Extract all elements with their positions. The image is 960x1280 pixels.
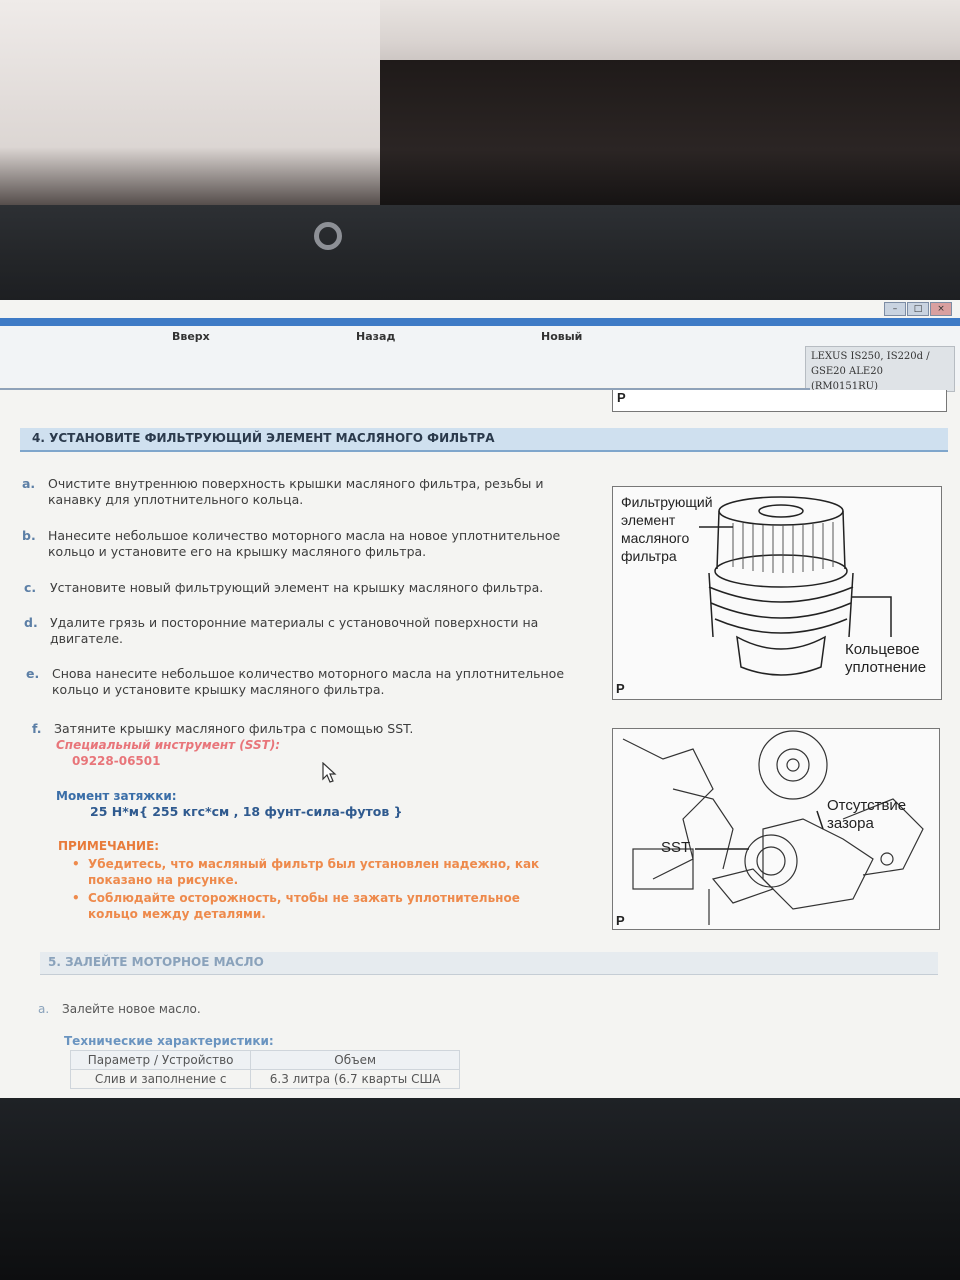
- figure-sst-installation: Отсутствие зазора SST P: [612, 728, 940, 930]
- section-4-header: 4. УСТАНОВИТЕ ФИЛЬТРУЮЩИЙ ЭЛЕМЕНТ МАСЛЯН…: [20, 428, 948, 452]
- note-text: Убедитесь, что масляный фильтр был устан…: [88, 857, 540, 871]
- step-text: канавку для уплотнительного кольца.: [48, 492, 304, 507]
- specs-label: Технические характеристики:: [64, 1034, 274, 1048]
- window-controls: – □ ×: [880, 300, 960, 318]
- torque-value: 25 Н*м{ 255 кгс*см , 18 фунт-сила-футов …: [90, 804, 403, 819]
- figure-p-label: P: [616, 681, 625, 696]
- step-text: Залейте новое масло.: [62, 1002, 201, 1016]
- title-bar: [0, 318, 960, 326]
- table-cell: Слив и заполнение с: [69, 1069, 252, 1089]
- maximize-icon[interactable]: □: [907, 302, 929, 316]
- close-icon[interactable]: ×: [930, 302, 952, 316]
- table-row: Слив и заполнение с 6.3 литра (6.7 кварт…: [69, 1069, 460, 1089]
- new-button[interactable]: Новый: [541, 330, 582, 343]
- room-wall: [0, 0, 380, 210]
- model-info-box: LEXUS IS250, IS220d / GSE20 ALE20 (RM015…: [805, 346, 955, 392]
- screen: – □ × Вверх Назад Новый LEXUS IS250, IS2…: [0, 300, 960, 1098]
- step-text: двигателе.: [50, 631, 123, 646]
- laptop-top-bezel: [0, 205, 960, 300]
- minimize-icon[interactable]: –: [884, 302, 906, 316]
- sst-code-link[interactable]: 09228-06501: [72, 754, 160, 768]
- label-o-ring: Кольцевое уплотнение: [845, 641, 927, 676]
- step-letter: f.: [32, 721, 42, 736]
- note-text: показано на рисунке.: [88, 873, 239, 887]
- step-text: Установите новый фильтрующий элемент на …: [50, 580, 544, 595]
- model-code: GSE20 ALE20: [811, 366, 883, 377]
- step-letter: b.: [22, 528, 36, 543]
- step-text: Нанесите небольшое количество моторного …: [48, 528, 561, 543]
- sst-label: Специальный инструмент (SST):: [56, 738, 281, 752]
- table-header-row: Параметр / Устройство Объем: [69, 1050, 460, 1070]
- up-button[interactable]: Вверх: [172, 330, 210, 343]
- step-text: кольцо и установите его на крышку маслян…: [48, 544, 427, 559]
- label-no-gap: Отсутствие зазора: [827, 797, 907, 832]
- laptop-bottom-bezel: [0, 1098, 960, 1280]
- step-letter: a.: [38, 1002, 50, 1016]
- model-line: LEXUS IS250, IS220d /: [811, 351, 930, 362]
- section-4-title: 4. УСТАНОВИТЕ ФИЛЬТРУЮЩИЙ ЭЛЕМЕНТ МАСЛЯН…: [32, 431, 495, 445]
- step-text: Снова нанесите небольшое количество мото…: [52, 666, 565, 681]
- table-header-cell: Объем: [250, 1050, 460, 1070]
- figure-p-label: P: [616, 913, 625, 928]
- spec-table: Параметр / Устройство Объем Слив и запол…: [69, 1050, 460, 1089]
- label-filter-element: Фильтрующий элемент масляного фильтра: [621, 494, 713, 564]
- step-text: Очистите внутреннюю поверхность крышки м…: [48, 476, 544, 491]
- torque-label: Момент затяжки:: [56, 789, 177, 803]
- note-label: ПРИМЕЧАНИЕ:: [58, 839, 160, 853]
- previous-figure: P: [612, 390, 947, 412]
- table-cell: 6.3 литра (6.7 кварты США: [250, 1069, 460, 1089]
- step-text: Удалите грязь и посторонние материалы с …: [50, 615, 539, 630]
- back-button[interactable]: Назад: [356, 330, 395, 343]
- figure-filter-element: Фильтрующий элемент масляного фильтра Ко…: [612, 486, 942, 700]
- section-5-title: 5. ЗАЛЕЙТЕ МОТОРНОЕ МАСЛО: [48, 955, 264, 969]
- mouse-cursor-icon: [322, 762, 337, 783]
- webcam-icon: [314, 222, 342, 250]
- step-letter: e.: [26, 666, 40, 681]
- step-text: Затяните крышку масляного фильтра с помо…: [54, 721, 414, 736]
- room-shelf: [380, 60, 960, 210]
- section-5-header: 5. ЗАЛЕЙТЕ МОТОРНОЕ МАСЛО: [40, 952, 938, 975]
- note-text: Соблюдайте осторожность, чтобы не зажать…: [88, 891, 520, 905]
- note-text: кольцо между деталями.: [88, 907, 266, 921]
- step-letter: a.: [22, 476, 36, 491]
- figure-p-label: P: [617, 390, 626, 405]
- label-sst: SST: [661, 839, 691, 856]
- table-header-cell: Параметр / Устройство: [69, 1050, 252, 1070]
- step-letter: c.: [24, 580, 37, 595]
- step-letter: d.: [24, 615, 38, 630]
- step-text: кольцо и установите крышку масляного фил…: [52, 682, 385, 697]
